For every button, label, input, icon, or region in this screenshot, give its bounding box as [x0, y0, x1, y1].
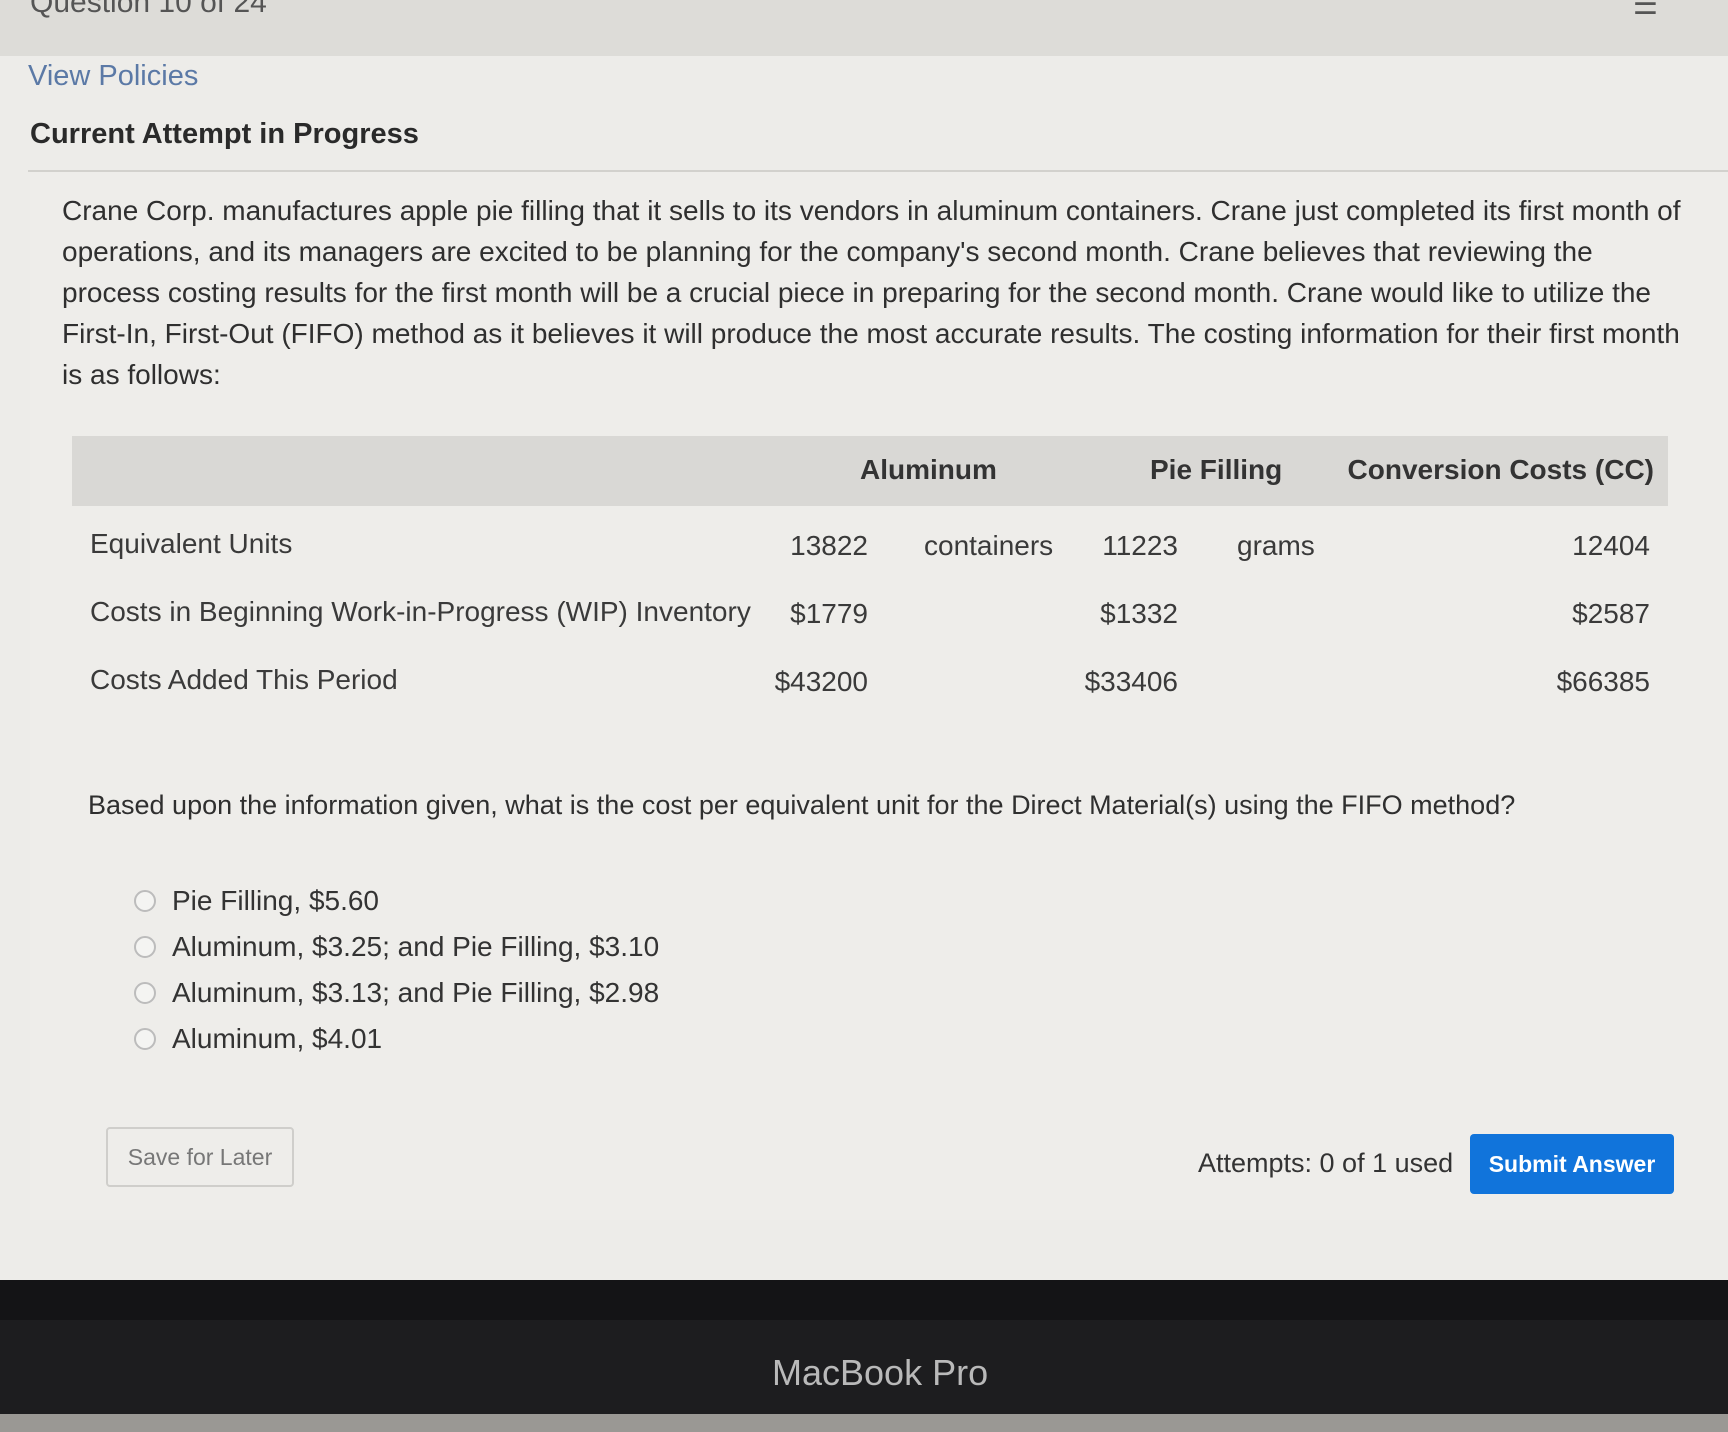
option-label[interactable]: Aluminum, $3.13; and Pie Filling, $2.98 [172, 977, 659, 1009]
cc-value: 12404 [1572, 530, 1650, 561]
pie-filling-value: $33406 [1084, 666, 1178, 697]
question-prompt: Based upon the information given, what i… [88, 790, 1516, 820]
bezel-edge [0, 1280, 1728, 1320]
question-intro: Crane Corp. manufactures apple pie filli… [62, 195, 1681, 390]
pie-filling-value: 11223 [1102, 530, 1178, 561]
submit-answer-button[interactable]: Submit Answer [1470, 1134, 1674, 1194]
answer-option[interactable]: Pie Filling, $5.60 [134, 878, 659, 924]
table-row: Costs Added This Period $43200 $33406 $6… [72, 642, 1668, 710]
cost-table: Aluminum Pie Filling Conversion Costs (C… [72, 436, 1668, 710]
row-label: Costs in Beginning Work-in-Progress (WIP… [90, 596, 751, 627]
option-label[interactable]: Aluminum, $4.01 [172, 1023, 382, 1055]
top-strip: Question 10 of 24 ☰ [0, 0, 1728, 56]
header-conversion-costs: Conversion Costs (CC) [1347, 454, 1654, 485]
row-label: Equivalent Units [90, 528, 293, 559]
answer-options: Pie Filling, $5.60 Aluminum, $3.25; and … [134, 878, 659, 1062]
table-header: Aluminum Pie Filling Conversion Costs (C… [72, 436, 1668, 506]
aluminum-value: $43200 [774, 666, 868, 697]
radio-button[interactable] [134, 890, 156, 912]
radio-button[interactable] [134, 982, 156, 1004]
pie-filling-unit: grams [1237, 530, 1315, 561]
attempt-status-heading: Current Attempt in Progress [30, 118, 419, 150]
header-pie-filling: Pie Filling [1150, 454, 1283, 485]
menu-icon[interactable]: ☰ [1633, 0, 1658, 21]
view-policies-link[interactable]: View Policies [28, 60, 198, 93]
laptop-bezel: MacBook Pro [0, 1280, 1728, 1432]
option-label[interactable]: Aluminum, $3.25; and Pie Filling, $3.10 [172, 931, 659, 963]
table-row: Costs in Beginning Work-in-Progress (WIP… [72, 574, 1668, 642]
pie-filling-value: $1332 [1100, 598, 1178, 629]
cc-value: $2587 [1572, 598, 1650, 629]
answer-option[interactable]: Aluminum, $3.13; and Pie Filling, $2.98 [134, 970, 659, 1016]
device-label: MacBook Pro [772, 1352, 989, 1393]
option-label[interactable]: Pie Filling, $5.60 [172, 885, 379, 917]
question-counter: Question 10 of 24 [30, 0, 267, 19]
radio-button[interactable] [134, 1028, 156, 1050]
answer-option[interactable]: Aluminum, $3.25; and Pie Filling, $3.10 [134, 924, 659, 970]
save-for-later-button[interactable]: Save for Later [106, 1127, 294, 1187]
radio-button[interactable] [134, 936, 156, 958]
aluminum-value: 13822 [790, 530, 868, 561]
answer-option[interactable]: Aluminum, $4.01 [134, 1016, 659, 1062]
aluminum-unit: containers [924, 530, 1054, 561]
row-label: Costs Added This Period [90, 664, 398, 695]
aluminum-value: $1779 [790, 598, 868, 629]
cc-value: $66385 [1556, 666, 1650, 697]
desk-surface [0, 1414, 1728, 1432]
attempts-counter: Attempts: 0 of 1 used [1198, 1148, 1454, 1178]
header-aluminum: Aluminum [860, 454, 997, 485]
table-row: Equivalent Units 13822 containers 11223 … [72, 506, 1668, 574]
